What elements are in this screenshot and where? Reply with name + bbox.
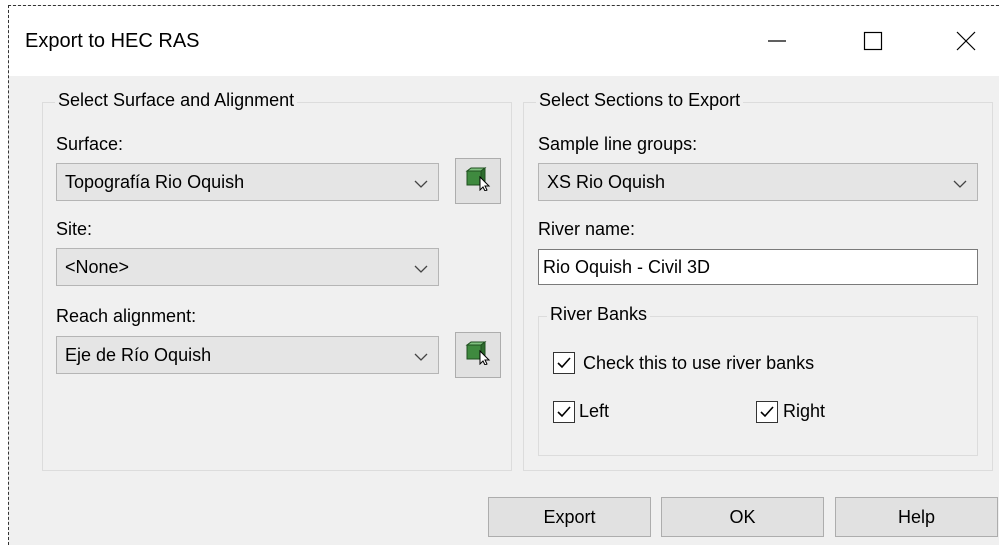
river-name-field[interactable]	[538, 249, 978, 285]
maximize-button[interactable]	[843, 18, 903, 64]
surface-alignment-group: Select Surface and Alignment	[42, 90, 512, 471]
checkmark-icon	[760, 406, 774, 418]
sample-line-groups-combobox[interactable]: XS Rio Oquish	[538, 163, 978, 201]
river-banks-group: River Banks	[538, 304, 978, 456]
river-banks-group-title: River Banks	[547, 304, 651, 325]
site-combobox[interactable]: <None>	[56, 248, 439, 286]
use-river-banks-label[interactable]: Check this to use river banks	[583, 353, 814, 374]
surface-alignment-group-title: Select Surface and Alignment	[55, 90, 298, 111]
surface-label: Surface:	[56, 134, 124, 154]
close-icon	[956, 31, 976, 51]
reach-alignment-label: Reach alignment:	[56, 306, 197, 326]
left-bank-checkbox[interactable]	[553, 401, 575, 423]
ok-button[interactable]: OK	[661, 497, 824, 537]
site-value: <None>	[65, 257, 130, 277]
river-name-label: River name:	[538, 219, 636, 239]
river-name-input[interactable]	[539, 250, 977, 284]
chevron-down-icon	[414, 349, 428, 367]
right-bank-checkbox[interactable]	[756, 401, 778, 423]
reach-alignment-combobox[interactable]: Eje de Río Oquish	[56, 336, 439, 374]
checkmark-icon	[557, 406, 571, 418]
window-title: Export to HEC RAS	[25, 30, 200, 52]
close-button[interactable]	[936, 18, 996, 64]
pick-from-drawing-icon	[465, 166, 491, 196]
minimize-icon	[767, 31, 787, 51]
pick-from-drawing-icon	[465, 340, 491, 370]
site-label: Site:	[56, 219, 93, 239]
pick-surface-button[interactable]	[455, 158, 501, 204]
use-river-banks-checkbox[interactable]	[553, 352, 575, 374]
maximize-icon	[863, 31, 883, 51]
chevron-down-icon	[414, 176, 428, 194]
surface-value: Topografía Rio Oquish	[65, 172, 245, 192]
checkmark-icon	[557, 357, 571, 369]
title-bar[interactable]: Export to HEC RAS	[9, 6, 999, 76]
left-bank-label[interactable]: Left	[579, 401, 609, 422]
export-to-hec-ras-dialog: Export to HEC RAS Select Surface and Ali…	[8, 5, 999, 545]
help-button[interactable]: Help	[835, 497, 998, 537]
pick-alignment-button[interactable]	[455, 332, 501, 378]
reach-alignment-value: Eje de Río Oquish	[65, 345, 212, 365]
sections-export-group-title: Select Sections to Export	[536, 90, 744, 111]
chevron-down-icon	[414, 261, 428, 279]
right-bank-label[interactable]: Right	[783, 401, 825, 422]
sample-line-groups-value: XS Rio Oquish	[547, 172, 666, 192]
export-button[interactable]: Export	[488, 497, 651, 537]
surface-combobox[interactable]: Topografía Rio Oquish	[56, 163, 439, 201]
minimize-button[interactable]	[747, 18, 807, 64]
sample-line-groups-label: Sample line groups:	[538, 134, 698, 154]
chevron-down-icon	[953, 176, 967, 194]
